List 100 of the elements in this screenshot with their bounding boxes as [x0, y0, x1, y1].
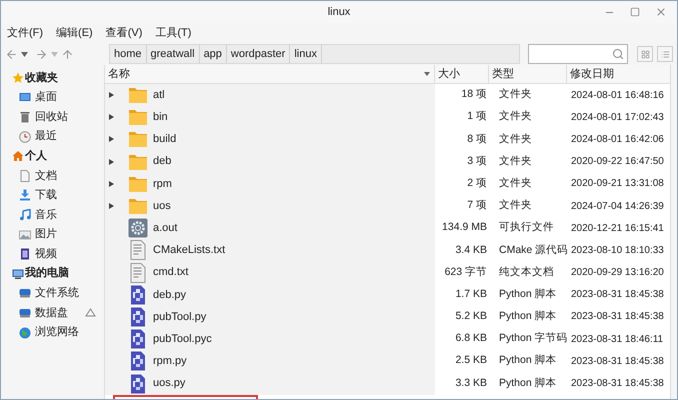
folder-icon: [128, 85, 148, 106]
size-cell-text: 1.7 KB: [454, 286, 488, 302]
size-cell-text: 5.2 KB: [454, 309, 488, 324]
breadcrumb-button[interactable]: wordpaster: [226, 45, 290, 63]
file-name: pubTool.pyc: [153, 332, 212, 347]
date-cell-text: 2020-09-21 13:31:08: [570, 177, 665, 192]
menu-item[interactable]: 文件(F): [7, 24, 44, 42]
column-header[interactable]: 大小: [435, 65, 489, 83]
file-name: build: [153, 132, 176, 148]
list-view-button[interactable]: [657, 46, 673, 62]
back-arrow-icon: [5, 48, 18, 60]
breadcrumb-button[interactable]: greatwall: [146, 45, 200, 63]
menu-item[interactable]: 查看(V): [106, 24, 142, 42]
sidebar-item[interactable]: 浏览网络: [14, 322, 104, 342]
sidebar-heading: 收藏夹: [25, 70, 58, 86]
date-cell-text: 2023-08-31 18:45:38: [570, 354, 665, 369]
expand-arrow-icon[interactable]: [109, 203, 114, 210]
type-cell-text: Python 字节码: [498, 331, 567, 346]
text-file-icon: [128, 240, 148, 260]
back-button[interactable]: [5, 48, 18, 60]
size-cell-text: 623 字节: [444, 264, 488, 280]
size-cell-text: 8 项: [466, 132, 488, 147]
type-cell-text: 纯文本文档: [498, 264, 555, 280]
date-cell-text: 2024-08-01 16:42:06: [570, 132, 665, 147]
type-cell-text: Python 脚本: [498, 309, 558, 324]
date-cell-text: 2023-08-31 18:45:38: [570, 288, 665, 302]
type-cell-text: 可执行文件: [498, 220, 555, 236]
forward-arrow-icon: [35, 48, 48, 60]
type-cell-text: Python 脚本: [498, 353, 558, 368]
column-header[interactable]: 类型: [489, 65, 567, 83]
home-icon: [12, 150, 24, 162]
sidebar-item[interactable]: 桌面: [14, 88, 104, 108]
size-cell-text: 7 项: [466, 198, 488, 214]
sidebar-item[interactable]: 音乐: [14, 205, 104, 225]
gear-icon: [128, 218, 148, 238]
sidebar-item[interactable]: 文件系统: [14, 284, 104, 304]
star-icon: [12, 72, 24, 84]
menu-item[interactable]: 工具(T): [155, 24, 192, 42]
sidebar-heading: 个人: [25, 148, 47, 164]
drive-icon: [19, 306, 31, 319]
up-arrow-icon: [61, 48, 74, 60]
type-cell-text: 文件夹: [498, 87, 533, 102]
maximize-icon: [630, 7, 640, 17]
sidebar-item[interactable]: 图片: [14, 224, 104, 244]
sidebar-item[interactable]: 文档: [14, 166, 104, 186]
python-file-icon: [128, 329, 148, 350]
type-cell-text: Python 脚本: [498, 286, 558, 302]
breadcrumb-button[interactable]: home: [110, 45, 147, 63]
trash-icon: [19, 110, 31, 123]
python-file-icon: [128, 284, 148, 305]
menu-item[interactable]: 编辑(E): [56, 24, 93, 42]
sidebar-item[interactable]: 最近: [14, 126, 104, 146]
type-cell-text: CMake 源代码: [498, 242, 567, 258]
type-cell-text: 文件夹: [498, 154, 533, 169]
sidebar-item[interactable]: 视频: [14, 244, 104, 264]
monitor-icon: [12, 268, 24, 280]
expand-arrow-icon[interactable]: [109, 92, 114, 98]
size-cell-text: 2 项: [466, 176, 488, 191]
clock-icon: [19, 130, 31, 143]
expand-arrow-icon[interactable]: [109, 158, 114, 165]
video-icon: [19, 248, 31, 260]
breadcrumb-button[interactable]: app: [200, 45, 227, 63]
sort-caret-icon: [424, 72, 430, 76]
column-header[interactable]: 名称: [105, 65, 435, 83]
close-icon: [655, 6, 667, 18]
file-name: bin: [153, 110, 168, 126]
date-cell-text: 2023-08-31 18:46:11: [570, 332, 664, 347]
sidebar-item[interactable]: 数据盘: [14, 303, 104, 323]
file-name: uos.py: [153, 376, 186, 392]
date-cell-text: 2024-08-01 17:02:43: [570, 110, 665, 125]
column-header[interactable]: 修改日期: [567, 65, 670, 83]
sidebar-item[interactable]: 回收站: [14, 107, 104, 127]
grid-icon: [640, 50, 650, 58]
text-file-icon: [128, 262, 148, 283]
file-name: cmd.txt: [153, 265, 188, 280]
size-cell-text: 18 项: [460, 87, 488, 102]
desktop-icon: [19, 91, 31, 104]
file-name: deb: [153, 154, 172, 170]
date-cell-text: 2023-08-31 18:45:38: [570, 377, 665, 392]
sidebar-item[interactable]: 下载: [14, 186, 104, 206]
breadcrumb-button[interactable]: linux: [290, 45, 322, 63]
file-name: a.out: [153, 220, 178, 236]
expand-arrow-icon[interactable]: [109, 136, 114, 142]
list-icon: [660, 50, 670, 58]
eject-icon[interactable]: [85, 308, 96, 318]
forward-button[interactable]: [35, 48, 48, 60]
icon-view-button[interactable]: [637, 46, 653, 62]
search-field[interactable]: [528, 44, 628, 64]
date-cell-text: 2020-12-21 16:15:41: [570, 222, 665, 236]
type-cell-text: 文件夹: [498, 198, 533, 214]
file-name: deb.py: [153, 288, 186, 303]
expand-arrow-icon[interactable]: [109, 180, 114, 187]
drive-icon: [19, 287, 31, 300]
music-icon: [19, 208, 31, 221]
caret-icon[interactable]: [21, 52, 28, 56]
file-name: rpm: [153, 176, 172, 192]
expand-arrow-icon[interactable]: [109, 114, 114, 120]
up-button[interactable]: [61, 48, 74, 60]
file-name: rpm.py: [153, 354, 187, 370]
size-cell-text: 3.3 KB: [454, 376, 488, 391]
